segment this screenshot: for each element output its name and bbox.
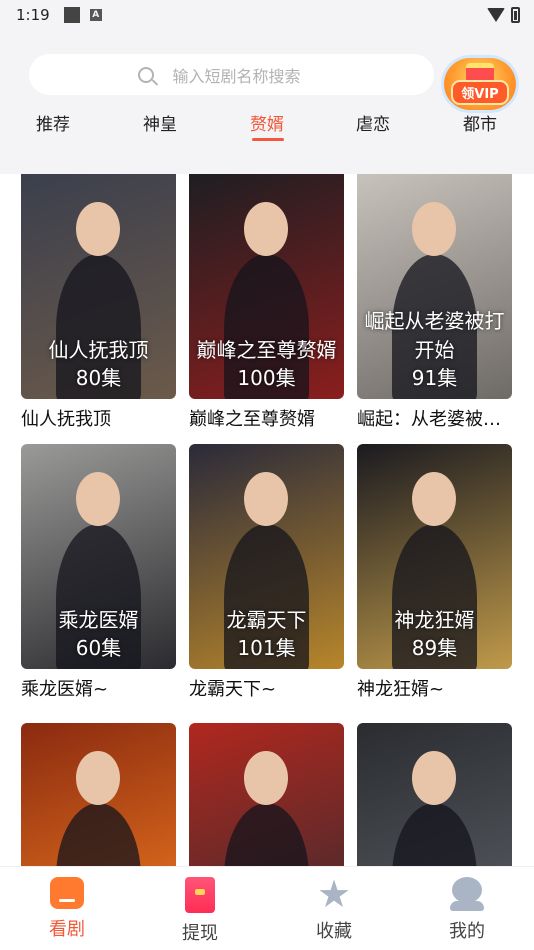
nav-withdraw[interactable]: 提现 bbox=[160, 877, 240, 945]
drama-title: 乘龙医婿~ bbox=[21, 679, 109, 700]
poster-title-art: 乘龙医婿 bbox=[58, 608, 139, 632]
poster-face bbox=[76, 472, 120, 526]
drama-card[interactable]: 乘龙医婿 60集乘龙医婿~ bbox=[21, 444, 176, 701]
poster-title-art: 神龙狂婿 bbox=[394, 608, 475, 632]
drama-card[interactable] bbox=[189, 723, 344, 866]
nav-favorites[interactable]: ★ 收藏 bbox=[294, 872, 374, 943]
nav-mine[interactable]: 我的 bbox=[427, 877, 507, 943]
tab-recommend[interactable]: 推荐 bbox=[36, 110, 70, 135]
poster-figure bbox=[224, 803, 309, 866]
search-placeholder: 输入短剧名称搜索 bbox=[172, 66, 301, 86]
wifi-icon bbox=[487, 8, 505, 22]
drama-card[interactable]: 巅峰之至尊赘婿 100集 巅峰之至尊赘婿 bbox=[189, 174, 344, 431]
search-input[interactable]: 输入短剧名称搜索 bbox=[29, 54, 434, 95]
battery-icon bbox=[511, 7, 520, 23]
episode-count: 60集 bbox=[75, 636, 122, 660]
drama-poster[interactable]: 巅峰之至尊赘婿 100集 bbox=[189, 174, 344, 399]
poster-face bbox=[244, 202, 288, 256]
episode-count: 80集 bbox=[75, 366, 122, 390]
vip-label: 领VIP bbox=[451, 80, 509, 105]
drama-poster[interactable]: 神龙狂婿 89集 bbox=[357, 444, 512, 669]
nav-watch-label: 看剧 bbox=[49, 919, 85, 940]
notification-square-icon bbox=[63, 7, 80, 23]
status-a-icon: A bbox=[89, 9, 102, 21]
drama-card[interactable]: 崛起从老婆被打开始 91集崛起：从老婆被打开始 bbox=[357, 174, 512, 431]
drama-card[interactable] bbox=[357, 723, 512, 866]
bottom-nav: 看剧 提现 ★ 收藏 我的 bbox=[0, 866, 534, 950]
poster-face bbox=[76, 202, 120, 256]
drama-poster[interactable]: 龙霸天下 101集 bbox=[189, 444, 344, 669]
tab-dushi[interactable]: 都市 bbox=[463, 110, 497, 135]
poster-title-art: 龙霸天下 bbox=[226, 608, 307, 632]
status-time: 1:19 bbox=[16, 6, 50, 24]
poster-face bbox=[244, 472, 288, 526]
drama-title: 仙人抚我顶 bbox=[21, 409, 111, 430]
poster-face bbox=[412, 751, 456, 805]
nav-withdraw-label: 提现 bbox=[182, 923, 218, 944]
drama-card[interactable]: 仙人抚我顶 80集 仙人抚我顶 bbox=[21, 174, 176, 431]
home-icon bbox=[50, 877, 84, 909]
drama-card[interactable]: 神龙狂婿 89集神龙狂婿~ bbox=[357, 444, 512, 701]
poster-face bbox=[412, 202, 456, 256]
drama-poster[interactable]: 崛起从老婆被打开始 91集 bbox=[357, 174, 512, 399]
header: 输入短剧名称搜索 领VIP 推荐 神皇 赘婿 虐恋 都市 bbox=[0, 30, 534, 174]
poster-figure bbox=[392, 803, 477, 866]
search-icon bbox=[138, 66, 155, 83]
vip-button[interactable]: 领VIP bbox=[444, 58, 516, 110]
drama-title: 神龙狂婿~ bbox=[357, 679, 445, 700]
nav-mine-label: 我的 bbox=[449, 921, 485, 942]
status-bar: 1:19 A bbox=[0, 0, 534, 30]
poster-face bbox=[244, 751, 288, 805]
drama-poster[interactable]: 仙人抚我顶 80集 bbox=[21, 174, 176, 399]
drama-card[interactable] bbox=[21, 723, 176, 866]
poster-face bbox=[76, 751, 120, 805]
star-icon: ★ bbox=[316, 872, 352, 916]
drama-title: 巅峰之至尊赘婿 bbox=[189, 409, 315, 430]
poster-title-art: 崛起从老婆被打开始 bbox=[364, 309, 505, 362]
episode-count: 101集 bbox=[237, 636, 296, 660]
tab-shenhuang[interactable]: 神皇 bbox=[143, 110, 177, 135]
drama-grid: 仙人抚我顶 80集 仙人抚我顶 巅峰之至尊赘婿 100集 巅峰之至尊赘婿 崛起从老婆被打开始… bbox=[0, 174, 534, 866]
poster-figure bbox=[56, 803, 141, 866]
poster-face bbox=[412, 472, 456, 526]
drama-title: 崛起：从老婆被打开始 bbox=[357, 409, 512, 430]
tab-zhuixu[interactable]: 赘婿 bbox=[250, 110, 284, 135]
nav-favorites-label: 收藏 bbox=[316, 921, 352, 942]
drama-poster[interactable] bbox=[21, 723, 176, 866]
drama-card[interactable]: 龙霸天下 101集龙霸天下~ bbox=[189, 444, 344, 701]
nav-watch[interactable]: 看剧 bbox=[27, 877, 107, 941]
episode-count: 89集 bbox=[411, 636, 458, 660]
active-tab-indicator bbox=[252, 138, 284, 141]
drama-title: 龙霸天下~ bbox=[189, 679, 277, 700]
poster-title-art: 巅峰之至尊赘婿 bbox=[196, 338, 337, 362]
poster-title-art: 仙人抚我顶 bbox=[48, 338, 149, 362]
wallet-icon bbox=[185, 877, 215, 913]
drama-poster[interactable] bbox=[357, 723, 512, 866]
tab-nuelian[interactable]: 虐恋 bbox=[356, 110, 390, 135]
episode-count: 91集 bbox=[411, 366, 458, 390]
drama-poster[interactable] bbox=[189, 723, 344, 866]
user-icon bbox=[450, 877, 484, 911]
drama-poster[interactable]: 乘龙医婿 60集 bbox=[21, 444, 176, 669]
episode-count: 100集 bbox=[237, 366, 296, 390]
